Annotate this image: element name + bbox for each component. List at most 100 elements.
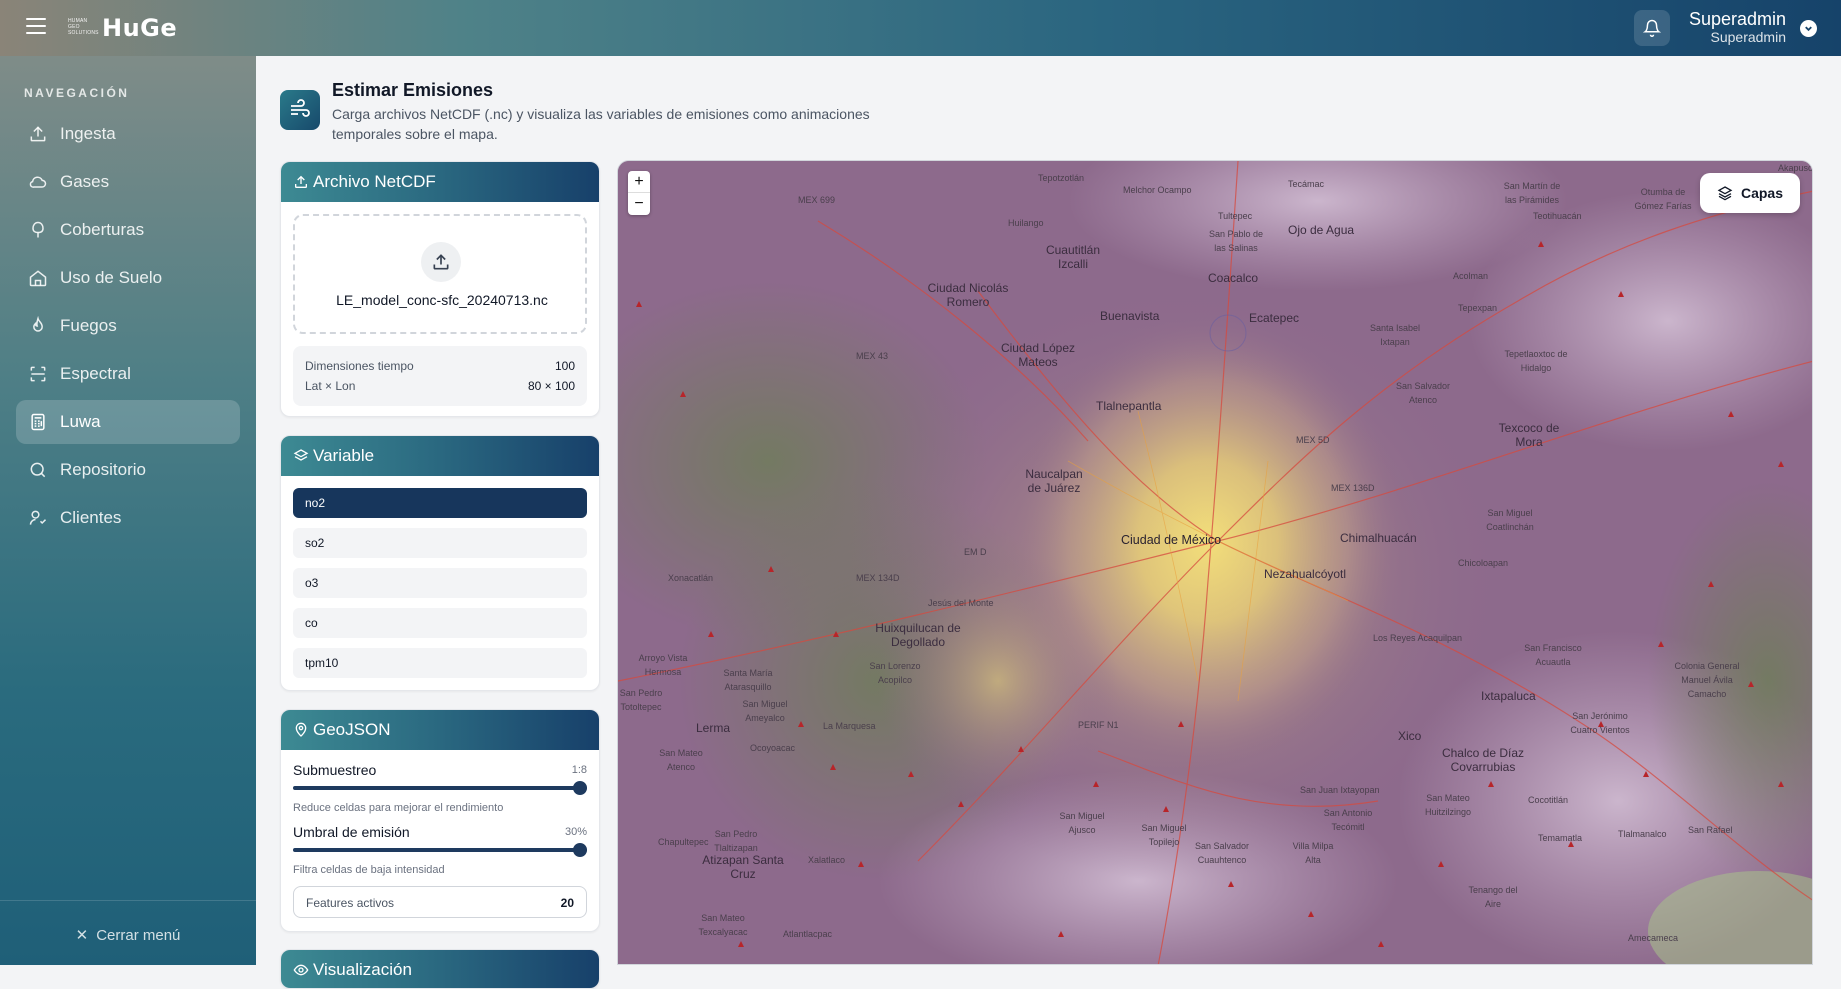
geojson-card: GeoJSON Submuestreo 1:8 Reduce celdas pa…: [280, 709, 600, 932]
file-name: LE_model_conc-sfc_20240713.nc: [336, 292, 548, 308]
sidebar-item-label: Espectral: [60, 364, 131, 383]
menu-icon[interactable]: [26, 18, 46, 34]
layers-button[interactable]: Capas: [1700, 173, 1800, 213]
map-label: Santa Isabel Ixtapan: [1369, 323, 1421, 347]
map-label: Lerma: [696, 721, 731, 735]
map-label: Xico: [1398, 729, 1422, 743]
fire-marker: [1438, 861, 1444, 867]
sidebar-item-repositorio[interactable]: Repositorio: [16, 448, 240, 492]
card-header: Archivo NetCDF: [281, 162, 599, 202]
fire-marker: [958, 801, 964, 807]
map-label: Ecatepec: [1249, 311, 1300, 325]
nav-title: NAVEGACIÓN: [24, 86, 130, 100]
netcdf-card: Archivo NetCDF LE_model_conc-sfc_2024071…: [280, 161, 600, 417]
sidebar-item-coberturas[interactable]: Coberturas: [16, 208, 240, 252]
fire-marker: [1018, 746, 1024, 752]
upload-icon: [295, 175, 307, 188]
card-title: GeoJSON: [313, 720, 391, 739]
slider-thumb[interactable]: [573, 781, 587, 795]
map-label: San Lorenzo Acopilco: [869, 661, 921, 685]
emissions-map[interactable]: Tepotzotlán Melchor Ocampo Tecámac San M…: [617, 160, 1813, 965]
map-label: Xalatlaco: [808, 855, 846, 865]
dim-value: 100: [554, 359, 575, 373]
map-label: Atlantlacpac: [783, 929, 833, 939]
layers-icon: [293, 449, 309, 461]
map-label: Teotihuacán: [1533, 211, 1582, 221]
variable-option-no2[interactable]: no2: [293, 488, 587, 518]
fire-marker: [1538, 241, 1544, 247]
close-menu-button[interactable]: ✕ Cerrar menú: [0, 926, 256, 944]
sidebar-item-label: Fuegos: [60, 316, 117, 335]
fire-marker: [858, 861, 864, 867]
calculator-icon: [31, 413, 45, 431]
fire-marker: [1618, 291, 1624, 297]
sidebar-item-label: Ingesta: [60, 124, 116, 143]
map-pin-icon: [295, 722, 307, 737]
map-label: Naucalpan de Juárez: [1025, 467, 1083, 495]
sidebar-divider: [0, 900, 256, 901]
map-label: Tultepec: [1218, 211, 1253, 221]
map-label: Tepexpan: [1458, 303, 1498, 313]
submuestreo-value: 1:8: [571, 764, 587, 776]
map-label: Cuautitlán Izcalli: [1045, 243, 1101, 271]
map-label: Ojo de Agua: [1288, 223, 1355, 237]
file-dropzone[interactable]: LE_model_conc-sfc_20240713.nc: [293, 214, 587, 334]
map-label: San Martín de las Pirámides: [1503, 181, 1561, 205]
notifications-button[interactable]: [1634, 10, 1670, 46]
user-menu[interactable]: Superadmin Superadmin: [1686, 9, 1786, 45]
zoom-in-button[interactable]: +: [628, 171, 650, 193]
map-label: MEX 5D: [1296, 435, 1330, 445]
features-active-box: Features activos 20: [293, 886, 587, 918]
zoom-out-button[interactable]: −: [628, 193, 650, 215]
dim-label: Lat × Lon: [305, 379, 356, 393]
map-label: Xonacatlán: [668, 573, 714, 583]
variable-option-tpm10[interactable]: tpm10: [293, 648, 587, 678]
map-label: Chalco de Díaz Covarrubias: [1441, 746, 1525, 774]
map-label: EM D: [964, 547, 987, 557]
fire-marker: [830, 764, 836, 770]
umbral-help: Filtra celdas de baja intensidad: [293, 864, 445, 876]
variable-option-co[interactable]: co: [293, 608, 587, 638]
map-label: Arroyo Vista Hermosa: [638, 653, 688, 677]
map-label: Jesús del Monte: [928, 598, 994, 608]
fire-marker: [636, 301, 642, 307]
sidebar-item-label: Gases: [60, 172, 110, 191]
fire-marker: [1178, 721, 1184, 727]
map-label: San Mateo Atenco: [659, 748, 703, 772]
map-label: San Miguel Ameyalco: [742, 699, 788, 723]
card-header: GeoJSON: [281, 710, 599, 750]
map-label: MEX 43: [856, 351, 889, 361]
fire-marker: [1093, 781, 1099, 787]
fire-marker: [1658, 641, 1664, 647]
umbral-slider[interactable]: [293, 843, 587, 857]
fire-marker: [1728, 411, 1734, 417]
chevron-down-icon[interactable]: [1800, 20, 1817, 37]
fire-marker: [1778, 461, 1784, 467]
sidebar-item-luwa[interactable]: Luwa: [16, 400, 240, 444]
map-label: Buenavista: [1100, 309, 1160, 323]
sidebar-item-clientes[interactable]: Clientes: [16, 496, 240, 540]
variable-option-so2[interactable]: so2: [293, 528, 587, 558]
sidebar-item-uso-de-suelo[interactable]: Uso de Suelo: [16, 256, 240, 300]
tree-icon: [32, 221, 44, 238]
visualizacion-card: Visualización: [280, 949, 600, 989]
sidebar-item-gases[interactable]: Gases: [16, 160, 240, 204]
map-label: San Pedro Tlaltizapan: [714, 829, 758, 853]
map-label: MEX 134D: [856, 573, 900, 583]
sidebar-item-fuegos[interactable]: Fuegos: [16, 304, 240, 348]
brand-logo[interactable]: HUMAN GEO SOLUTIONS HuGe: [68, 12, 177, 42]
map-label: San Mateo Huitzilzingo: [1424, 793, 1472, 817]
map-label: Ocoyoacac: [750, 743, 796, 753]
features-label: Features activos: [306, 896, 395, 910]
sidebar-item-ingesta[interactable]: Ingesta: [16, 112, 240, 156]
card-header: Visualización: [281, 950, 599, 988]
map-label: San Juan Ixtayopan: [1300, 785, 1380, 795]
slider-thumb[interactable]: [573, 843, 587, 857]
map-label: Chicoloapan: [1458, 558, 1509, 568]
submuestreo-slider[interactable]: [293, 781, 587, 795]
user-name: Superadmin: [1688, 9, 1786, 29]
sidebar-item-espectral[interactable]: Espectral: [16, 352, 240, 396]
home-icon: [29, 270, 47, 287]
variable-option-o3[interactable]: o3: [293, 568, 587, 598]
map-label: San Miguel Ajusco: [1059, 811, 1105, 835]
